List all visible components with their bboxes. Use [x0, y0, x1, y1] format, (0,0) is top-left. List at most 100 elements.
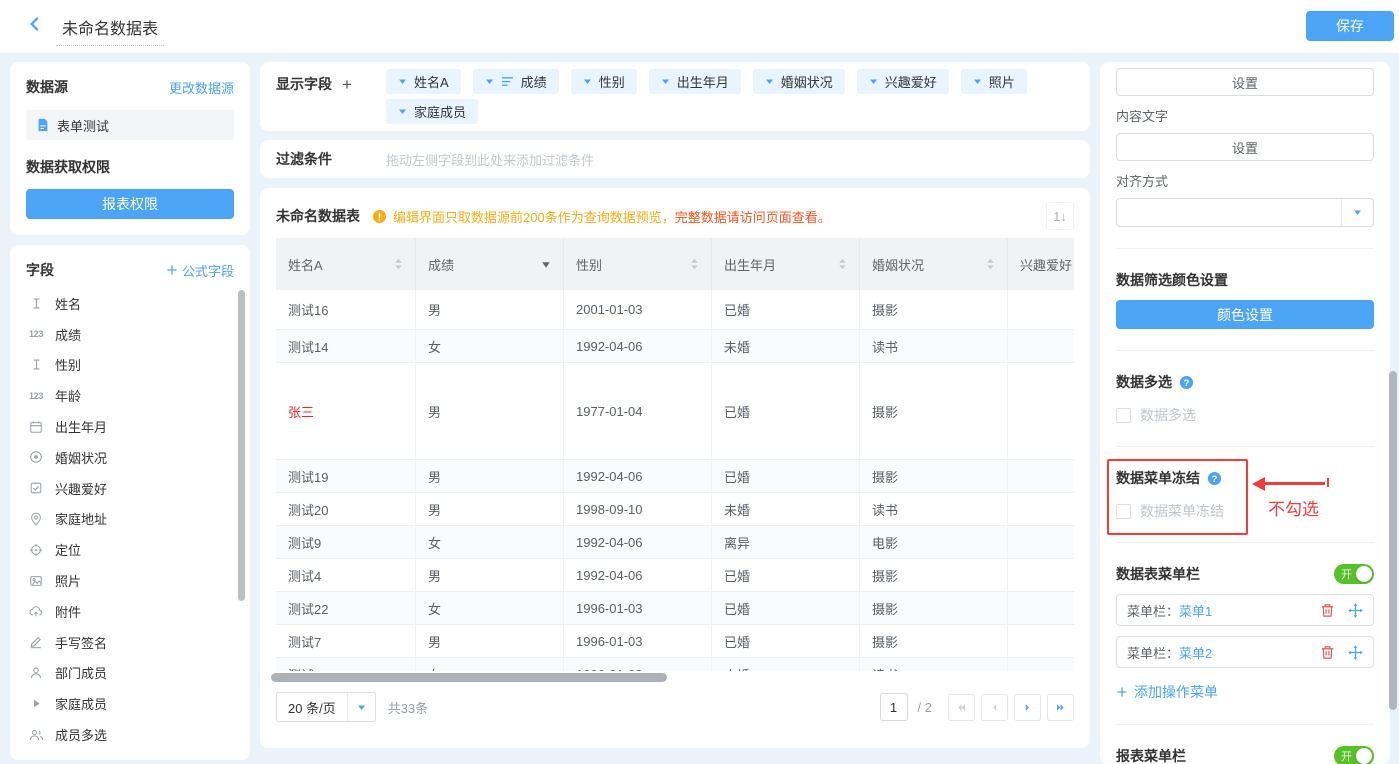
page-size-select[interactable]: 20 条/页 [276, 692, 376, 722]
table-row[interactable]: 测试1771女1996-01-03未婚读书 [276, 658, 1074, 671]
annotation-arrow-tick [1327, 478, 1329, 487]
move-icon[interactable] [1348, 603, 1363, 618]
field-item[interactable]: 附件 [26, 596, 234, 627]
menu-list: 菜单栏：菜单1菜单栏：菜单2 [1116, 594, 1374, 668]
freeze-checkbox[interactable]: 数据菜单冻结 [1116, 501, 1374, 521]
field-item[interactable]: 123年龄 [26, 380, 234, 411]
last-page-button[interactable] [1047, 694, 1074, 721]
display-field-chip[interactable]: 照片 [961, 69, 1027, 94]
table-row[interactable]: 测试987女1992-04-06离异电影 [276, 526, 1074, 559]
field-item[interactable]: 婚姻状况 [26, 442, 234, 473]
field-item[interactable]: 性别 [26, 350, 234, 381]
display-field-chip[interactable]: 姓名A [386, 69, 461, 94]
back-button[interactable] [26, 15, 44, 38]
caret-down-icon [583, 77, 592, 86]
fields-scrollbar[interactable] [238, 290, 245, 601]
filter-dropzone[interactable]: 拖动左侧字段到此处来添加过滤条件 [386, 150, 594, 169]
field-item[interactable]: 姓名 [26, 288, 234, 319]
table-cell: 测试9 [276, 526, 416, 558]
display-field-chip[interactable]: 婚姻状况 [753, 69, 845, 94]
display-field-chip[interactable]: 性别 [571, 69, 637, 94]
scrollbar-thumb[interactable] [271, 673, 667, 682]
table-row[interactable]: 张三89男1977-01-04已婚摄影 [276, 363, 1074, 460]
field-item[interactable]: 家庭地址 [26, 504, 234, 535]
table-cell: 已婚 [712, 460, 860, 492]
column-header[interactable]: 兴趣爱好 [1008, 238, 1074, 290]
field-item[interactable]: 成员多选 [26, 719, 234, 750]
table-row[interactable]: 测试1497女1992-04-06未婚读书 [276, 330, 1074, 363]
table-row[interactable]: 测试1697男2001-01-03已婚摄影 [276, 290, 1074, 330]
color-settings-button[interactable]: 颜色设置 [1116, 300, 1374, 329]
sort-both-icon[interactable] [838, 257, 847, 271]
field-item[interactable]: 123成绩 [26, 319, 234, 350]
page-scrollbar[interactable] [1389, 371, 1397, 710]
toggle-on-label: 开 [1341, 566, 1352, 582]
save-button[interactable]: 保存 [1306, 11, 1394, 41]
display-field-chip[interactable]: 兴趣爱好 [857, 69, 949, 94]
menu-name-link[interactable]: 菜单1 [1179, 601, 1212, 620]
column-header[interactable]: 婚姻状况 [860, 238, 1008, 290]
add-formula-field-link[interactable]: 公式字段 [166, 261, 234, 280]
field-item[interactable]: 照片 [26, 565, 234, 596]
column-header[interactable]: 性别 [564, 238, 712, 290]
field-item[interactable]: 定位 [26, 534, 234, 565]
trash-icon[interactable] [1320, 603, 1335, 618]
next-page-button[interactable] [1014, 694, 1041, 721]
table-horizontal-scrollbar[interactable] [276, 673, 1074, 682]
menu-item[interactable]: 菜单栏：菜单1 [1116, 594, 1374, 626]
column-header[interactable]: 出生年月 [712, 238, 860, 290]
menu-prefix-label: 菜单栏： [1127, 601, 1179, 620]
column-header[interactable]: 姓名A [276, 238, 416, 290]
align-select[interactable] [1116, 198, 1374, 227]
first-page-button[interactable] [948, 694, 975, 721]
add-display-field-button[interactable]: + [342, 76, 352, 93]
move-icon[interactable] [1348, 645, 1363, 660]
sort-desc-icon[interactable] [541, 260, 551, 269]
table-row[interactable]: 测试777男1996-01-03已婚摄影 [276, 625, 1074, 658]
sort-both-icon[interactable] [394, 257, 403, 271]
filter-color-title: 数据筛选颜色设置 [1116, 270, 1374, 290]
sort-both-icon[interactable] [986, 257, 995, 271]
change-datasource-link[interactable]: 更改数据源 [169, 78, 234, 97]
column-header[interactable]: 成绩 [416, 238, 564, 290]
table-row[interactable]: 测试485男1992-04-06已婚摄影 [276, 559, 1074, 592]
field-item[interactable]: 手写签名 [26, 627, 234, 658]
field-item[interactable]: 出生年月 [26, 411, 234, 442]
display-field-chip[interactable]: 成绩 [473, 69, 559, 94]
plus-icon [1116, 686, 1128, 698]
table-row[interactable]: 测试2087男1998-09-10未婚读书 [276, 493, 1074, 526]
table-row[interactable]: 测试1989男1992-04-06已婚摄影 [276, 460, 1074, 493]
menu-name-link[interactable]: 菜单2 [1179, 643, 1212, 662]
report-permission-button[interactable]: 报表权限 [26, 189, 234, 219]
datasource-item[interactable]: 表单测试 [26, 110, 234, 140]
settings-button-1[interactable]: 设置 [1116, 68, 1374, 96]
field-label: 部门成员 [55, 663, 107, 682]
report-menu-toggle[interactable]: 开 [1334, 746, 1374, 764]
help-icon[interactable]: ? [1207, 471, 1222, 486]
table-menu-toggle[interactable]: 开 [1334, 564, 1374, 584]
field-item[interactable]: 部门成员 [26, 658, 234, 689]
checkbox-unchecked[interactable] [1116, 504, 1131, 519]
trash-icon[interactable] [1320, 645, 1335, 660]
settings-button-2[interactable]: 设置 [1116, 133, 1374, 161]
page-title[interactable]: 未命名数据表 [56, 15, 164, 46]
prev-page-button[interactable] [981, 694, 1008, 721]
menu-item[interactable]: 菜单栏：菜单2 [1116, 636, 1374, 668]
table-row[interactable]: 测试2277女1996-01-03已婚摄影 [276, 592, 1074, 625]
multi-select-checkbox[interactable]: 数据多选 [1116, 405, 1374, 425]
sort-order-button[interactable]: 1↓ [1046, 202, 1074, 230]
sort-both-icon[interactable] [690, 257, 699, 271]
help-icon[interactable]: ? [1179, 375, 1194, 390]
pagination-bar: 20 条/页 共33条 1 / 2 [276, 691, 1074, 723]
table-cell: 1998-09-10 [564, 493, 712, 525]
field-label: 成员多选 [55, 725, 107, 744]
field-item[interactable]: 兴趣爱好 [26, 473, 234, 504]
display-field-chip[interactable]: 家庭成员 [386, 99, 478, 124]
field-item[interactable]: 家庭成员 [26, 688, 234, 719]
field-label: 手写签名 [55, 633, 107, 652]
checkbox-unchecked[interactable] [1116, 408, 1131, 423]
page-number-input[interactable]: 1 [880, 693, 908, 721]
table-cell: 测试4 [276, 559, 416, 591]
display-field-chip[interactable]: 出生年月 [649, 69, 741, 94]
add-action-menu-link[interactable]: 添加操作菜单 [1116, 682, 1218, 702]
